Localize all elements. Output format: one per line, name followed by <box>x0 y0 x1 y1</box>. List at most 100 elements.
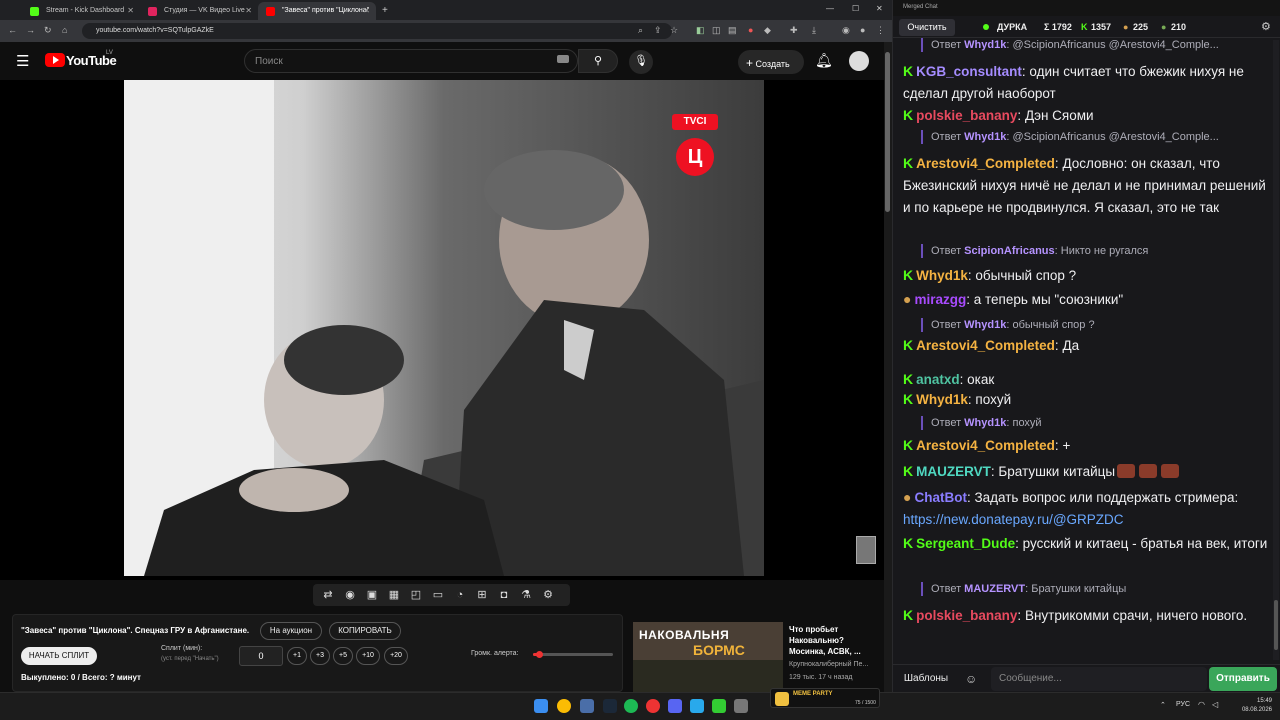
hamburger-menu-icon[interactable]: ☰ <box>16 52 29 70</box>
recommended-thumbnail[interactable]: НАКОВАЛЬНЯ БОРМС <box>633 622 783 692</box>
chat-username[interactable]: MAUZERVT <box>916 464 991 479</box>
auction-button[interactable]: На аукцион <box>260 622 322 640</box>
minimize-icon[interactable]: — <box>826 4 834 13</box>
profile-avatar-icon[interactable]: ● <box>860 25 865 36</box>
voice-search-button[interactable]: 🎙 <box>629 50 653 74</box>
new-tab-icon[interactable]: + <box>382 5 388 16</box>
tab-kick-dashboard[interactable]: Stream - Kick Dashboard ✕ <box>22 2 140 20</box>
increment-1-button[interactable]: +1 <box>287 647 307 665</box>
clock[interactable]: 15:49 08.08.2026 <box>1242 697 1272 715</box>
chrome-icon[interactable] <box>557 699 571 713</box>
youtube-logo-icon[interactable] <box>45 53 65 67</box>
theater-icon[interactable]: ▭ <box>429 587 447 603</box>
settings-gear-icon[interactable]: ⚙ <box>539 587 557 603</box>
extension-icon[interactable]: ◆ <box>764 25 771 36</box>
audio-icon[interactable]: ◉ <box>341 587 359 603</box>
chat-username[interactable]: polskie_banany <box>916 608 1017 623</box>
tab-vk-studio[interactable]: Студия — VK Видео Live ✕ <box>140 2 258 20</box>
search-input[interactable]: Поиск <box>244 49 578 73</box>
app-icon[interactable] <box>712 699 726 713</box>
bookmark-icon[interactable]: ☆ <box>670 25 678 36</box>
page-scrollbar[interactable] <box>884 42 892 692</box>
close-icon[interactable]: ✕ <box>245 6 252 15</box>
clapper-icon[interactable]: ▦ <box>385 587 403 603</box>
picture-in-picture-icon[interactable]: ◰ <box>407 587 425 603</box>
profile-icon[interactable]: ◉ <box>842 25 850 36</box>
clear-chat-button[interactable]: Очистить <box>899 19 955 36</box>
app-icon[interactable] <box>646 699 660 713</box>
telegram-icon[interactable] <box>690 699 704 713</box>
settings-gear-icon[interactable]: ⚙ <box>1261 20 1271 33</box>
video-player[interactable]: TVCI Ц <box>0 80 884 580</box>
screenshot-icon[interactable]: ◘ <box>495 587 513 603</box>
chat-username[interactable]: KGB_consultant <box>916 64 1022 79</box>
keyboard-icon[interactable] <box>557 55 569 63</box>
alert-volume-slider[interactable] <box>533 651 613 658</box>
extension-icon[interactable]: ◧ <box>696 25 705 36</box>
chat-username[interactable]: Arestovi4_Completed <box>916 156 1055 171</box>
chat-username[interactable]: Arestovi4_Completed <box>916 338 1055 353</box>
chat-username[interactable]: Sergeant_Dude <box>916 536 1015 551</box>
speaker-icon[interactable]: ◁ <box>1212 700 1218 709</box>
increment-5-button[interactable]: +5 <box>333 647 353 665</box>
steam-icon[interactable] <box>580 699 594 713</box>
avatar[interactable] <box>849 51 869 71</box>
forward-icon[interactable]: → <box>26 25 35 36</box>
flask-icon[interactable]: ⚗ <box>517 587 535 603</box>
home-icon[interactable]: ⌂ <box>62 25 67 36</box>
app-icon[interactable] <box>734 699 748 713</box>
chat-username[interactable]: Arestovi4_Completed <box>916 438 1055 453</box>
loop-icon[interactable]: ⇄ <box>319 587 337 603</box>
templates-button[interactable]: Шаблоны <box>899 670 953 688</box>
close-icon[interactable]: ✕ <box>127 6 134 15</box>
emoji-icon[interactable]: ☺ <box>965 672 977 686</box>
extension-icon[interactable]: ▤ <box>728 25 737 36</box>
reply-username[interactable]: Whyd1k <box>964 39 1006 51</box>
increment-3-button[interactable]: +3 <box>310 647 330 665</box>
scrollbar-thumb[interactable] <box>885 52 890 212</box>
search-button[interactable]: ⚲ <box>578 49 618 73</box>
reply-username[interactable]: MAUZERVT <box>964 583 1025 595</box>
split-minutes-input[interactable]: 0 <box>239 646 283 666</box>
chat-username[interactable]: Whyd1k <box>916 392 968 407</box>
chat-username[interactable]: mirazgg <box>914 292 966 307</box>
message-input[interactable]: Сообщение... <box>991 667 1207 691</box>
chat-link[interactable]: https://new.donatepay.ru/@GRPZDC <box>903 512 1124 527</box>
reload-icon[interactable]: ↻ <box>44 25 52 36</box>
wifi-icon[interactable]: ◠ <box>1198 700 1205 709</box>
language-indicator[interactable]: РУС <box>1176 701 1190 708</box>
add-icon[interactable]: ⊞ <box>473 587 491 603</box>
create-button[interactable]: + Создать <box>738 50 804 74</box>
chat-username[interactable]: polskie_banany <box>916 108 1017 123</box>
reply-username[interactable]: Whyd1k <box>964 131 1006 143</box>
close-window-icon[interactable]: ✕ <box>876 4 883 13</box>
chat-username[interactable]: Whyd1k <box>916 268 968 283</box>
chat-username[interactable]: anatxd <box>916 372 960 387</box>
notifications-bell-icon[interactable]: 🔔︎ <box>815 52 833 69</box>
chat-scrollbar[interactable] <box>1273 40 1279 660</box>
discord-icon[interactable] <box>668 699 682 713</box>
extension-icon[interactable]: ● <box>748 25 753 36</box>
menu-dots-icon[interactable]: ⋮ <box>876 25 885 36</box>
windows-start-icon[interactable] <box>534 699 548 713</box>
download-icon[interactable]: ⤓ <box>812 25 816 36</box>
speed-icon[interactable]: ◔ <box>451 587 469 603</box>
extension-icon[interactable]: ◫ <box>712 25 721 36</box>
tab-youtube-video[interactable]: "Завеса" против "Циклона" ✕ <box>258 2 376 20</box>
spotify-icon[interactable] <box>624 699 638 713</box>
url-field[interactable]: youtube.com/watch?v=SQTulpGAZkE <box>82 23 672 39</box>
increment-10-button[interactable]: +10 <box>356 647 380 665</box>
reply-username[interactable]: ScipionAfricanus <box>964 245 1054 257</box>
send-button[interactable]: Отправить <box>1209 667 1277 691</box>
recommended-title[interactable]: Что пробьет Наковальню? Мосинка, АСВК, .… <box>789 624 881 657</box>
subtitles-icon[interactable]: ▣ <box>363 587 381 603</box>
chat-username[interactable]: ChatBot <box>914 490 967 505</box>
increment-20-button[interactable]: +20 <box>384 647 408 665</box>
reply-username[interactable]: Whyd1k <box>964 417 1006 429</box>
miniplayer-thumbnail[interactable] <box>856 536 876 564</box>
steam-client-icon[interactable] <box>603 699 617 713</box>
copy-button[interactable]: КОПИРОВАТЬ <box>329 622 401 640</box>
reply-username[interactable]: Whyd1k <box>964 319 1006 331</box>
start-split-button[interactable]: НАЧАТЬ СПЛИТ <box>21 647 97 665</box>
maximize-icon[interactable]: ☐ <box>852 4 859 13</box>
